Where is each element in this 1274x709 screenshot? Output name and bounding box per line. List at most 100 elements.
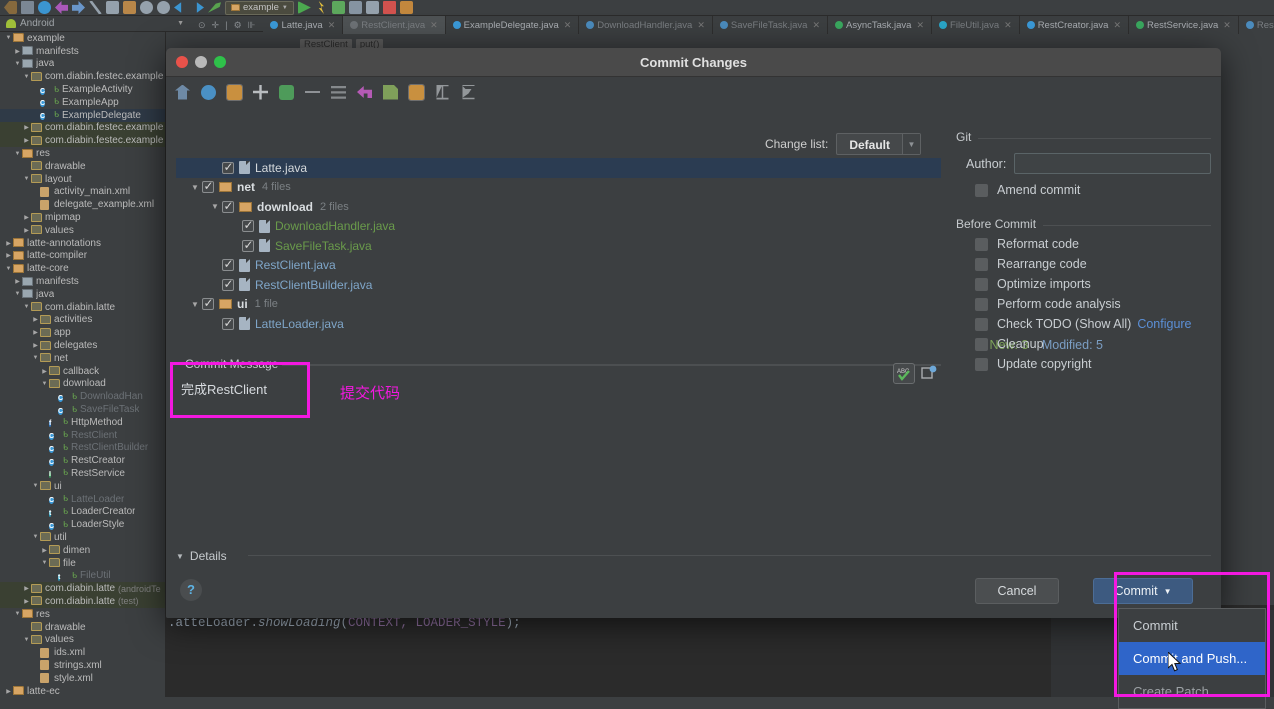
close-icon[interactable]: ✕ bbox=[1113, 20, 1121, 31]
chevron-right-icon[interactable]: ▶ bbox=[40, 419, 49, 426]
commit-button[interactable]: Commit ▼ bbox=[1093, 578, 1193, 604]
changed-file-row[interactable]: ▼ ui 1 file bbox=[176, 295, 941, 315]
chevron-right-icon[interactable]: ▶ bbox=[31, 316, 40, 323]
chevron-down-icon[interactable]: ▼ bbox=[188, 300, 202, 309]
tree-item[interactable]: ▶ com.diabin.festec.example bbox=[0, 134, 165, 148]
collapse-all-icon[interactable] bbox=[462, 84, 475, 100]
changed-file-row[interactable]: ▼ download 2 files bbox=[176, 197, 941, 217]
file-checkbox[interactable] bbox=[222, 277, 234, 291]
tab-item[interactable]: RestService.java ✕ bbox=[1129, 16, 1239, 34]
paste-icon[interactable] bbox=[123, 1, 136, 14]
chevron-right-icon[interactable]: ▶ bbox=[40, 444, 49, 451]
chevron-right-icon[interactable]: ▶ bbox=[22, 214, 31, 221]
chevron-right-icon[interactable]: ▶ bbox=[22, 124, 31, 131]
tab-item[interactable]: FileUtil.java ✕ bbox=[932, 16, 1020, 34]
chevron-right-icon[interactable]: ▶ bbox=[22, 585, 31, 592]
chevron-right-icon[interactable]: ▶ bbox=[49, 572, 58, 579]
commit-message-input[interactable]: 完成RestClient bbox=[181, 379, 267, 398]
chevron-right-icon[interactable]: ▶ bbox=[40, 496, 49, 503]
copy-icon[interactable] bbox=[106, 1, 119, 14]
save-icon[interactable] bbox=[21, 1, 34, 14]
before-commit-option[interactable]: Update copyright bbox=[975, 357, 1211, 371]
select-opened-file-icon[interactable]: ⊪ bbox=[248, 20, 256, 31]
tree-item[interactable]: ▶ latte-compiler bbox=[0, 250, 165, 263]
tree-item[interactable]: ▼ net bbox=[0, 352, 165, 365]
chevron-right-icon[interactable]: ▶ bbox=[22, 163, 31, 170]
tree-item[interactable]: ▼ util bbox=[0, 531, 165, 544]
chevron-right-icon[interactable]: ▶ bbox=[208, 163, 222, 172]
changed-file-row[interactable]: ▶ SaveFileTask.java bbox=[176, 236, 941, 256]
option-checkbox[interactable] bbox=[975, 337, 988, 351]
move-to-changelist-icon[interactable] bbox=[279, 84, 294, 100]
change-list-combo[interactable]: Default ▼ bbox=[836, 133, 921, 155]
chevron-right-icon[interactable]: ▶ bbox=[208, 319, 222, 328]
file-checkbox[interactable] bbox=[222, 160, 234, 174]
tree-item[interactable]: ▶CᑲExampleDelegate bbox=[0, 108, 165, 122]
chevron-right-icon[interactable]: ▶ bbox=[40, 368, 49, 375]
refresh-icon[interactable]: ⊙ bbox=[198, 20, 206, 31]
tree-item[interactable]: ▶ callback bbox=[0, 365, 165, 378]
chevron-right-icon[interactable]: ▶ bbox=[208, 261, 222, 270]
help-button[interactable]: ? bbox=[180, 579, 202, 601]
sync-icon[interactable] bbox=[38, 1, 51, 14]
tree-item[interactable]: ▶f ᑲHttpMethod bbox=[0, 416, 165, 429]
changed-file-row[interactable]: ▶ DownloadHandler.java bbox=[176, 217, 941, 237]
tree-item[interactable]: ▶ com.diabin.latte (androidTe bbox=[0, 582, 165, 596]
commit-dropdown-menu[interactable]: Commit Commit and Push... Create Patch..… bbox=[1118, 608, 1266, 709]
tree-item[interactable]: ▶ com.diabin.latte (test) bbox=[0, 595, 165, 608]
cut-icon[interactable] bbox=[89, 1, 102, 14]
project-tree[interactable]: ▼ example ▶ manifests ▼ java ▼ com.diabin.feste… bbox=[0, 32, 166, 697]
chevron-down-icon[interactable]: ▼ bbox=[188, 183, 202, 192]
undo-icon[interactable] bbox=[55, 1, 68, 14]
close-window-icon[interactable] bbox=[176, 56, 188, 68]
tree-item[interactable]: ▶ manifests bbox=[0, 275, 165, 288]
tree-item[interactable]: ▶ values bbox=[0, 224, 165, 237]
tree-item[interactable]: ▶ manifests bbox=[0, 45, 165, 58]
close-icon[interactable]: ✕ bbox=[697, 20, 705, 31]
tree-item[interactable]: ▶ strings.xml bbox=[0, 659, 165, 672]
tree-item[interactable]: ▼ com.diabin.latte bbox=[0, 301, 165, 314]
chevron-right-icon[interactable]: ▶ bbox=[40, 470, 49, 477]
run-icon[interactable] bbox=[297, 1, 311, 14]
tree-item[interactable]: ▼ values bbox=[0, 633, 165, 646]
maximize-window-icon[interactable] bbox=[214, 56, 226, 68]
tree-item[interactable]: ▼ com.diabin.festec.example bbox=[0, 70, 165, 83]
tree-item[interactable]: ▼ java bbox=[0, 288, 165, 301]
tab-item[interactable]: RestClient.java ✕ bbox=[343, 16, 446, 34]
chevron-right-icon[interactable]: ▶ bbox=[13, 48, 22, 55]
chevron-right-icon[interactable]: ▶ bbox=[13, 278, 22, 285]
tree-item[interactable]: ▶ delegate_example.xml bbox=[0, 198, 165, 211]
tree-item[interactable]: ▶CᑲRestClient bbox=[0, 429, 165, 442]
option-checkbox[interactable] bbox=[975, 317, 988, 331]
tree-item[interactable]: ▶ delegates bbox=[0, 339, 165, 352]
tree-item[interactable]: ▶ mipmap bbox=[0, 211, 165, 224]
before-commit-option[interactable]: Cleanup bbox=[975, 337, 1211, 351]
chevron-down-icon[interactable]: ▼ bbox=[31, 534, 40, 540]
nav-back-icon[interactable] bbox=[174, 2, 182, 13]
search-everywhere-icon[interactable] bbox=[157, 1, 170, 14]
chevron-down-icon[interactable]: ▼ bbox=[22, 176, 31, 182]
before-commit-option[interactable]: Perform code analysis bbox=[975, 297, 1211, 311]
tree-item[interactable]: ▶ style.xml bbox=[0, 672, 165, 685]
chevron-right-icon[interactable]: ▶ bbox=[49, 393, 58, 400]
chevron-right-icon[interactable]: ▶ bbox=[31, 86, 40, 93]
chevron-right-icon[interactable]: ▶ bbox=[40, 508, 49, 515]
file-checkbox[interactable] bbox=[242, 218, 254, 233]
file-checkbox[interactable] bbox=[202, 296, 214, 311]
chevron-right-icon[interactable]: ▶ bbox=[4, 688, 13, 695]
close-icon[interactable]: ✕ bbox=[564, 20, 572, 31]
chevron-right-icon[interactable]: ▶ bbox=[31, 112, 40, 119]
chevron-right-icon[interactable]: ▶ bbox=[22, 227, 31, 234]
chevron-right-icon[interactable]: ▶ bbox=[208, 280, 222, 289]
tree-item[interactable]: ▶CᑲLoaderStyle bbox=[0, 518, 165, 531]
tree-item[interactable]: ▼ latte-core bbox=[0, 262, 165, 275]
chevron-down-icon[interactable]: ▼ bbox=[40, 381, 49, 387]
debug-icon[interactable] bbox=[318, 1, 324, 14]
message-history-icon[interactable] bbox=[919, 364, 939, 383]
chevron-right-icon[interactable]: ▶ bbox=[31, 201, 40, 208]
chevron-down-icon[interactable]: ▼ bbox=[13, 151, 22, 157]
changed-file-row[interactable]: ▼ net 4 files bbox=[176, 178, 941, 198]
minimize-window-icon[interactable] bbox=[195, 56, 207, 68]
file-checkbox[interactable] bbox=[202, 179, 214, 194]
attach-debugger-icon[interactable] bbox=[331, 1, 345, 14]
